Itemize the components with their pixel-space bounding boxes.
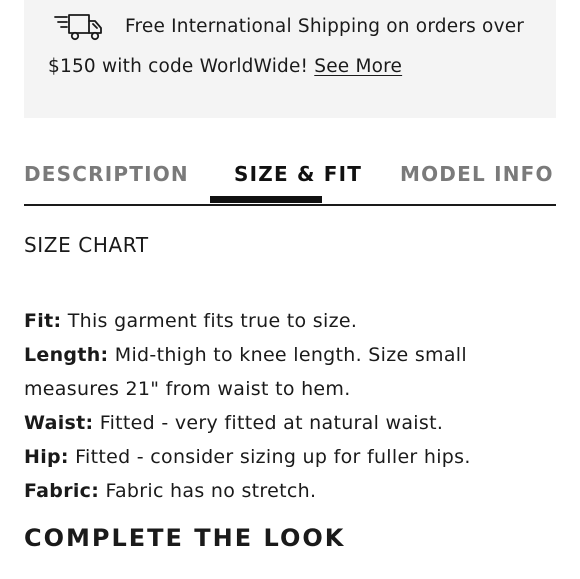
shipping-message-line2: $150 with code WorldWide! See More: [48, 56, 402, 77]
fit-details-list: Fit: This garment fits true to size. Len…: [24, 304, 564, 508]
fabric-label: Fabric:: [24, 480, 100, 502]
size-fit-panel: SIZE CHART Fit: This garment fits true t…: [24, 230, 564, 508]
waist-text: Fitted - very fitted at natural waist.: [99, 412, 444, 434]
delivery-truck-icon: [54, 14, 102, 41]
tab-description[interactable]: DESCRIPTION: [24, 158, 189, 202]
hip-detail: Hip: Fitted - consider sizing up for ful…: [24, 440, 564, 474]
fabric-text: Fabric has no stretch.: [105, 480, 317, 502]
complete-the-look-heading: COMPLETE THE LOOK: [24, 524, 346, 552]
waist-detail: Waist: Fitted - very fitted at natural w…: [24, 406, 564, 440]
fabric-detail: Fabric: Fabric has no stretch.: [24, 474, 564, 508]
length-label: Length:: [24, 344, 109, 366]
fit-text: This garment fits true to size.: [67, 310, 358, 332]
fit-detail: Fit: This garment fits true to size.: [24, 304, 564, 338]
length-detail-continued: measures 21" from waist to hem.: [24, 378, 351, 400]
waist-label: Waist:: [24, 412, 94, 434]
shipping-message-line1: Free International Shipping on orders ov…: [125, 16, 525, 37]
see-more-link[interactable]: See More: [314, 56, 402, 77]
length-detail: Length: Mid-thigh to knee length. Size s…: [24, 338, 564, 372]
length-text: Mid-thigh to knee length. Size small: [114, 344, 467, 366]
fit-label: Fit:: [24, 310, 62, 332]
active-tab-indicator: [210, 196, 322, 203]
shipping-promo-code-text: $150 with code WorldWide!: [48, 56, 309, 77]
size-chart-heading: SIZE CHART: [24, 233, 149, 257]
tab-model-info[interactable]: MODEL INFO: [400, 158, 554, 202]
hip-label: Hip:: [24, 446, 69, 468]
hip-text: Fitted - consider sizing up for fuller h…: [75, 446, 471, 468]
